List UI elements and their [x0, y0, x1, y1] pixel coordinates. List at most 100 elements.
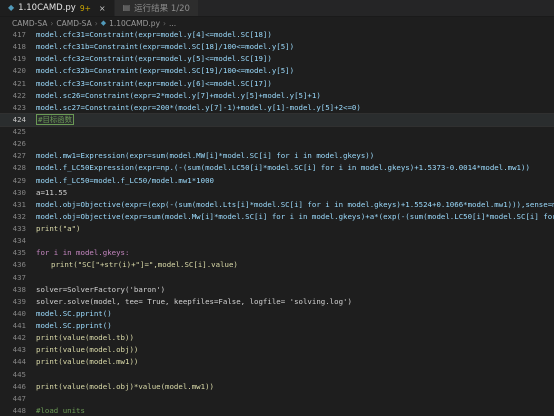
code-text[interactable]: model.sc27=Constraint(expr=200*(model.y[…: [36, 102, 554, 114]
line-number: 436: [12, 260, 26, 270]
code-line[interactable]: 435 for i in model.gkeys:: [0, 247, 554, 259]
code-text[interactable]: model.cfc32b=Constraint(expr=model.SC[19…: [36, 65, 554, 77]
line-number: 426: [12, 139, 26, 149]
breadcrumb-item-folder[interactable]: CAMD-SA: [12, 19, 47, 28]
code-text[interactable]: print(value(model.tb)): [36, 332, 554, 344]
code-editor[interactable]: 417 model.cfc31=Constraint(expr=model.y[4…: [0, 29, 554, 416]
code-text[interactable]: a=11.55: [36, 187, 554, 199]
code-line[interactable]: 433 print("a"): [0, 223, 554, 235]
code-line[interactable]: 436 print("SC["+str(i)+"]=",model.SC[i].v…: [0, 259, 554, 271]
code-text[interactable]: model.cfc31b=Constraint(expr=model.SC[18…: [36, 41, 554, 53]
tab-modified-count: 9+: [79, 3, 91, 13]
code-line[interactable]: 446 print(value(model.obj)*value(model.mw…: [0, 381, 554, 393]
python-file-icon: ◆: [100, 19, 107, 27]
code-text[interactable]: model.cfc31=Constraint(expr=model.y[4]<=…: [36, 29, 554, 41]
code-text[interactable]: print("SC["+str(i)+"]=",model.SC[i].valu…: [36, 259, 554, 271]
line-number: 441: [12, 321, 26, 330]
code-text[interactable]: model.cfc32=Constraint(expr=model.y[5]<=…: [36, 53, 554, 65]
python-file-icon: ◆: [8, 3, 15, 12]
code-line[interactable]: 419 model.cfc32=Constraint(expr=model.y[5…: [0, 53, 554, 65]
code-text[interactable]: print(value(model.obj)*value(model.mw1)): [36, 381, 554, 393]
line-number: 442: [12, 333, 26, 343]
code-line[interactable]: 447: [0, 393, 554, 405]
close-icon[interactable]: ×: [99, 4, 106, 13]
code-text[interactable]: model.sc26=Constraint(expr=2*model.y[7]+…: [36, 90, 554, 102]
line-number: 432: [12, 211, 26, 221]
code-text[interactable]: print(value(model.mw1)): [36, 356, 554, 368]
line-number: 425: [12, 127, 26, 136]
code-line[interactable]: 441 model.SC.pprint(): [0, 320, 554, 332]
code-line[interactable]: 431 model.obj=Objective(expr=(exp(-(sum(m…: [0, 199, 554, 211]
code-text[interactable]: model.obj=Objective(expr=sum(model.Mw[i]…: [36, 211, 554, 223]
chevron-right-icon: ›: [163, 18, 167, 28]
code-line[interactable]: 448 #load units: [0, 405, 554, 416]
code-comment[interactable]: #load units: [36, 405, 554, 416]
code-text[interactable]: print("a"): [36, 223, 554, 235]
code-text[interactable]: print(value(model.obj)): [36, 344, 554, 356]
tab-label: 运行结果 1/20: [134, 4, 190, 14]
code-text[interactable]: model.obj=Objective(expr=(exp(-(sum(mode…: [36, 199, 554, 211]
line-number: 444: [12, 357, 26, 367]
code-line[interactable]: 443 print(value(model.obj)): [0, 344, 554, 356]
code-text[interactable]: model.SC.pprint(): [36, 308, 554, 320]
tab-bar: ◆ 1.10CAMD.py 9+ × ▤ 运行结果 1/20: [0, 0, 554, 17]
line-number: 423: [12, 102, 26, 112]
line-number: 433: [12, 224, 26, 233]
code-text[interactable]: solver.solve(model, tee= True, keepfiles…: [36, 296, 554, 308]
code-line[interactable]: 437: [0, 272, 554, 284]
selected-comment[interactable]: #目标函数: [36, 113, 75, 125]
code-text[interactable]: solver=SolverFactory('baron'): [36, 284, 554, 296]
sheet-icon: ▤: [122, 3, 131, 12]
line-number: 439: [12, 296, 26, 306]
code-line[interactable]: 422 model.sc26=Constraint(expr=2*model.y[…: [0, 90, 554, 102]
line-number: 438: [12, 284, 26, 294]
code-line[interactable]: 445: [0, 369, 554, 381]
code-line[interactable]: 424 #目标函数: [0, 112, 554, 128]
code-line[interactable]: 425: [0, 126, 554, 138]
line-number: 446: [12, 381, 26, 391]
line-number: 445: [12, 369, 26, 379]
code-text[interactable]: model.SC.pprint(): [36, 320, 554, 332]
tab-run-results[interactable]: ▤ 运行结果 1/20: [114, 0, 199, 16]
line-number: 435: [12, 248, 26, 258]
code-line[interactable]: 417 model.cfc31=Constraint(expr=model.y[4…: [0, 29, 554, 41]
code-line[interactable]: 444 print(value(model.mw1)): [0, 356, 554, 368]
line-number: 420: [12, 66, 26, 76]
code-line[interactable]: 418 model.cfc31b=Constraint(expr=model.SC…: [0, 41, 554, 53]
line-number: 443: [12, 345, 26, 355]
breadcrumb-item-file[interactable]: 1.10CAMD.py: [109, 19, 160, 28]
code-line[interactable]: 434: [0, 235, 554, 247]
breadcrumb-item-more[interactable]: ...: [169, 19, 176, 28]
line-number: 437: [12, 272, 26, 282]
code-line[interactable]: 439 solver.solve(model, tee= True, keepfi…: [0, 296, 554, 308]
code-text[interactable]: model.f_LC50Expression(expr=np.(-(sum(mo…: [36, 162, 554, 174]
code-line[interactable]: 430 a=11.55: [0, 187, 554, 199]
code-line[interactable]: 442 print(value(model.tb)): [0, 332, 554, 344]
breadcrumb: CAMD-SA › CAMD-SA › ◆ 1.10CAMD.py › ...: [0, 17, 554, 29]
line-number: 428: [12, 163, 26, 173]
code-text[interactable]: model.f_LC50=model.f_LC50/model.mw1*1000: [36, 175, 554, 187]
code-line[interactable]: 423 model.sc27=Constraint(expr=200*(model…: [0, 102, 554, 114]
code-comment[interactable]: #目标函数: [36, 113, 554, 126]
code-line[interactable]: 426: [0, 138, 554, 150]
line-number: 431: [12, 199, 26, 209]
tab-1-10camd-py[interactable]: ◆ 1.10CAMD.py 9+ ×: [0, 0, 115, 16]
line-number: 430: [12, 187, 26, 197]
code-line[interactable]: 428 model.f_LC50Expression(expr=np.(-(sum…: [0, 162, 554, 174]
line-number: 448: [12, 405, 26, 415]
code-line[interactable]: 421 model.cfc33=Constraint(expr=model.y[6…: [0, 78, 554, 90]
breadcrumb-item-subfolder[interactable]: CAMD-SA: [56, 19, 91, 28]
code-text[interactable]: model.mw1=Expression(expr=sum(model.MW[i…: [36, 150, 554, 162]
code-text[interactable]: model.cfc33=Constraint(expr=model.y[6]<=…: [36, 78, 554, 90]
code-line[interactable]: 420 model.cfc32b=Constraint(expr=model.SC…: [0, 65, 554, 77]
line-number: 417: [12, 30, 26, 39]
code-line[interactable]: 438 solver=SolverFactory('baron'): [0, 284, 554, 296]
code-line[interactable]: 440 model.SC.pprint(): [0, 308, 554, 320]
line-number: 434: [12, 236, 26, 246]
code-line[interactable]: 429 model.f_LC50=model.f_LC50/model.mw1*1…: [0, 175, 554, 187]
code-line[interactable]: 427 model.mw1=Expression(expr=sum(model.M…: [0, 150, 554, 162]
line-number: 440: [12, 308, 26, 318]
code-text[interactable]: for i in model.gkeys:: [36, 247, 554, 259]
line-number: 421: [12, 78, 26, 88]
code-line[interactable]: 432 model.obj=Objective(expr=sum(model.Mw…: [0, 211, 554, 223]
